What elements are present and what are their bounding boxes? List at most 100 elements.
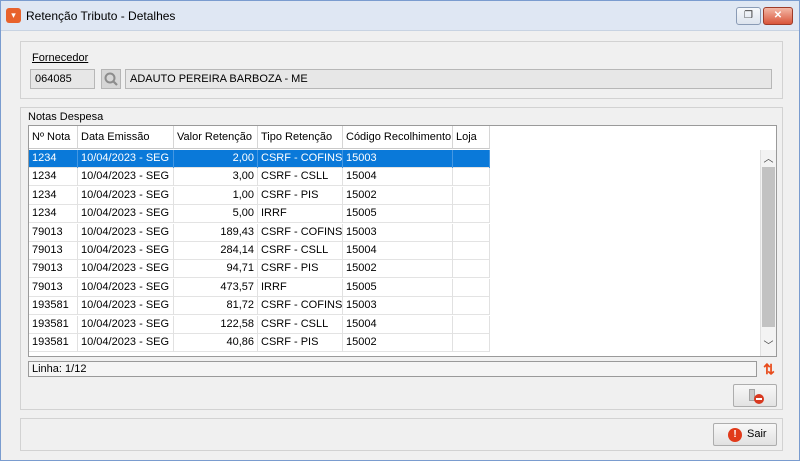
notas-despesa-label: Notas Despesa — [28, 111, 104, 123]
table-row[interactable]: 193581 10/04/2023 - SEG 40,86 CSRF - PIS 150… — [29, 334, 490, 352]
table-cell-tipo: CSRF - COFINS — [258, 297, 343, 316]
table-cell-data: 10/04/2023 - SEG — [78, 242, 174, 260]
table-cell-nota: 79013 — [29, 260, 78, 279]
table-cell-codigo: 15003 — [343, 150, 453, 168]
notas-grid[interactable]: Nº Nota Data Emissão Valor Retenção Tipo… — [28, 125, 777, 357]
table-cell-loja — [453, 334, 490, 352]
table-cell-loja — [453, 242, 490, 260]
table-row[interactable]: 79013 10/04/2023 - SEG 189,43 CSRF - COFINS… — [29, 223, 490, 242]
table-cell-valor: 2,00 — [174, 150, 258, 168]
fornecedor-code-field[interactable]: 064085 — [30, 69, 95, 89]
lookup-button[interactable] — [101, 69, 121, 89]
table-cell-data: 10/04/2023 - SEG — [78, 223, 174, 242]
table-row[interactable]: 1234 10/04/2023 - SEG 3,00 CSRF - CSLL 15004 — [29, 168, 490, 187]
table-row[interactable]: 79013 10/04/2023 - SEG 284,14 CSRF - CSLL 15… — [29, 242, 490, 260]
table-cell-codigo: 15005 — [343, 205, 453, 224]
sair-button[interactable]: ! Sair — [713, 423, 777, 446]
table-cell-nota: 193581 — [29, 334, 78, 352]
title-bar: ▾ Retenção Tributo - Detalhes ❐ ✕ — [1, 1, 799, 31]
table-cell-loja — [453, 297, 490, 316]
table-cell-valor: 284,14 — [174, 242, 258, 260]
table-cell-loja — [453, 186, 490, 205]
window-controls: ❐ ✕ — [736, 7, 793, 25]
column-header-data-emissao[interactable]: Data Emissão — [78, 126, 174, 149]
bottom-panel: ! Sair — [20, 418, 783, 451]
table-cell-tipo: CSRF - CSLL — [258, 242, 343, 260]
table-cell-loja — [453, 315, 490, 334]
table-cell-tipo: CSRF - COFINS — [258, 223, 343, 242]
dialog-window: ▾ Retenção Tributo - Detalhes ❐ ✕ Fornec… — [0, 0, 800, 461]
column-header-nota[interactable]: Nº Nota — [29, 126, 78, 149]
table-cell-nota: 1234 — [29, 205, 78, 224]
remove-document-button[interactable] — [733, 384, 777, 407]
column-header-codigo-recolhimento[interactable]: Código Recolhimento — [343, 126, 453, 149]
sair-label: Sair — [747, 428, 767, 440]
table-cell-valor: 81,72 — [174, 297, 258, 316]
table-cell-nota: 1234 — [29, 168, 78, 187]
table-row[interactable]: 193581 10/04/2023 - SEG 81,72 CSRF - COFINS… — [29, 297, 490, 316]
table-cell-valor: 473,57 — [174, 278, 258, 297]
table-cell-valor: 3,00 — [174, 168, 258, 187]
table-cell-tipo: CSRF - CSLL — [258, 168, 343, 187]
table-cell-loja — [453, 205, 490, 224]
table-cell-nota: 193581 — [29, 297, 78, 316]
scroll-up-icon[interactable]: ︿ — [761, 153, 776, 167]
table-cell-nota: 79013 — [29, 278, 78, 297]
table-cell-data: 10/04/2023 - SEG — [78, 315, 174, 334]
table-cell-tipo: CSRF - CSLL — [258, 315, 343, 334]
table-cell-data: 10/04/2023 - SEG — [78, 260, 174, 279]
table-cell-nota: 79013 — [29, 242, 78, 260]
table-cell-data: 10/04/2023 - SEG — [78, 278, 174, 297]
table-row[interactable]: 79013 10/04/2023 - SEG 473,57 IRRF 15005 — [29, 278, 490, 297]
table-cell-data: 10/04/2023 - SEG — [78, 186, 174, 205]
table-cell-data: 10/04/2023 - SEG — [78, 205, 174, 224]
table-cell-tipo: CSRF - PIS — [258, 334, 343, 352]
table-row[interactable]: 79013 10/04/2023 - SEG 94,71 CSRF - PIS 1500… — [29, 260, 490, 279]
table-cell-valor: 94,71 — [174, 260, 258, 279]
table-cell-tipo: CSRF - PIS — [258, 260, 343, 279]
fornecedor-panel: Fornecedor 064085 ADAUTO PEREIRA BARBOZA… — [20, 41, 783, 99]
scroll-down-icon[interactable]: ﹀ — [761, 340, 776, 354]
notas-despesa-panel: Notas Despesa Nº Nota Data Emissão Valor… — [20, 107, 783, 410]
remove-icon — [754, 394, 764, 404]
column-header-loja[interactable]: Loja — [453, 126, 490, 149]
table-cell-codigo: 15004 — [343, 315, 453, 334]
table-cell-nota: 193581 — [29, 315, 78, 334]
table-cell-tipo: IRRF — [258, 278, 343, 297]
table-cell-data: 10/04/2023 - SEG — [78, 150, 174, 168]
app-menu-icon[interactable]: ▾ — [6, 8, 21, 23]
table-cell-valor: 40,86 — [174, 334, 258, 352]
table-row[interactable]: 1234 10/04/2023 - SEG 5,00 IRRF 15005 — [29, 205, 490, 224]
table-row[interactable]: 1234 10/04/2023 - SEG 1,00 CSRF - PIS 15002 — [29, 186, 490, 205]
table-cell-valor: 5,00 — [174, 205, 258, 224]
table-cell-codigo: 15004 — [343, 242, 453, 260]
search-icon — [104, 72, 118, 86]
table-cell-nota: 1234 — [29, 150, 78, 168]
column-header-tipo-retencao[interactable]: Tipo Retenção — [258, 126, 343, 149]
table-cell-codigo: 15002 — [343, 186, 453, 205]
table-cell-data: 10/04/2023 - SEG — [78, 334, 174, 352]
table-row[interactable]: 1234 10/04/2023 - SEG 2,00 CSRF - COFINS 150… — [29, 150, 490, 168]
grid-empty-area — [490, 150, 762, 356]
table-cell-tipo: IRRF — [258, 205, 343, 224]
fornecedor-label: Fornecedor — [32, 52, 89, 64]
table-row[interactable]: 193581 10/04/2023 - SEG 122,58 CSRF - CSLL 1… — [29, 315, 490, 334]
fornecedor-name-field[interactable]: ADAUTO PEREIRA BARBOZA - ME — [125, 69, 772, 89]
close-button[interactable]: ✕ — [763, 7, 793, 25]
window-title: Retenção Tributo - Detalhes — [26, 9, 176, 23]
table-cell-codigo: 15002 — [343, 334, 453, 352]
sort-order-icon[interactable]: ⇅ — [760, 361, 778, 377]
table-cell-codigo: 15005 — [343, 278, 453, 297]
restore-button[interactable]: ❐ — [736, 7, 761, 25]
table-cell-codigo: 15003 — [343, 223, 453, 242]
column-header-valor-retencao[interactable]: Valor Retenção — [174, 126, 258, 149]
vertical-scrollbar[interactable]: ︿ ﹀ — [760, 150, 776, 356]
table-cell-nota: 79013 — [29, 223, 78, 242]
table-cell-loja — [453, 223, 490, 242]
table-cell-valor: 122,58 — [174, 315, 258, 334]
scrollbar-thumb[interactable] — [762, 167, 775, 327]
table-cell-codigo: 15003 — [343, 297, 453, 316]
exit-icon: ! — [728, 428, 742, 442]
table-cell-loja — [453, 168, 490, 187]
table-cell-codigo: 15004 — [343, 168, 453, 187]
